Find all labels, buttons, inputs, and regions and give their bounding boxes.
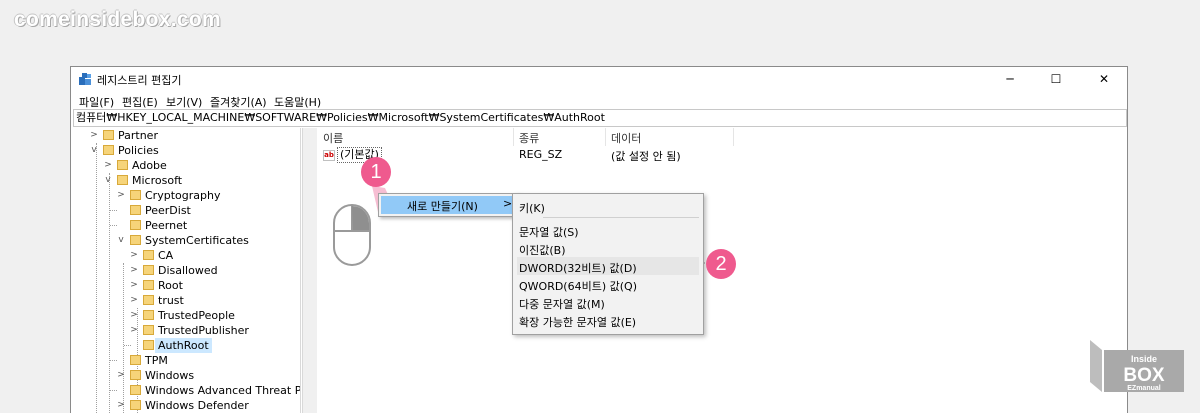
submenu-arrow-icon: > — [503, 197, 513, 210]
svg-text:EZmanual: EZmanual — [1127, 385, 1161, 392]
context-menu: 새로 만들기(N) > — [378, 193, 520, 217]
submenu-item-string[interactable]: 문자열 값(S) — [517, 221, 699, 239]
submenu-item-expandable-string[interactable]: 확장 가능한 문자열 값(E) — [517, 311, 699, 329]
submenu-item-qword[interactable]: QWORD(64비트) 값(Q) — [517, 275, 699, 293]
mouse-right-click-icon — [333, 204, 371, 266]
menu-separator — [543, 217, 699, 218]
step-badge-2: 2 — [706, 249, 736, 279]
submenu-item-key[interactable]: 키(K) — [517, 197, 699, 215]
step-badge-1: 1 — [361, 157, 391, 187]
submenu-item-multi-string[interactable]: 다중 문자열 값(M) — [517, 293, 699, 311]
submenu-item-binary[interactable]: 이진값(B) — [517, 239, 699, 257]
new-submenu: 키(K) 문자열 값(S) 이진값(B) DWORD(32비트) 값(D) QW… — [512, 193, 704, 335]
submenu-item-dword[interactable]: DWORD(32비트) 값(D) — [517, 257, 699, 275]
svg-text:Inside: Inside — [1131, 354, 1157, 364]
insidebox-logo: Inside BOX EZmanual — [1090, 340, 1184, 392]
svg-text:BOX: BOX — [1123, 365, 1165, 386]
menu-item-new[interactable]: 새로 만들기(N) — [407, 198, 478, 214]
